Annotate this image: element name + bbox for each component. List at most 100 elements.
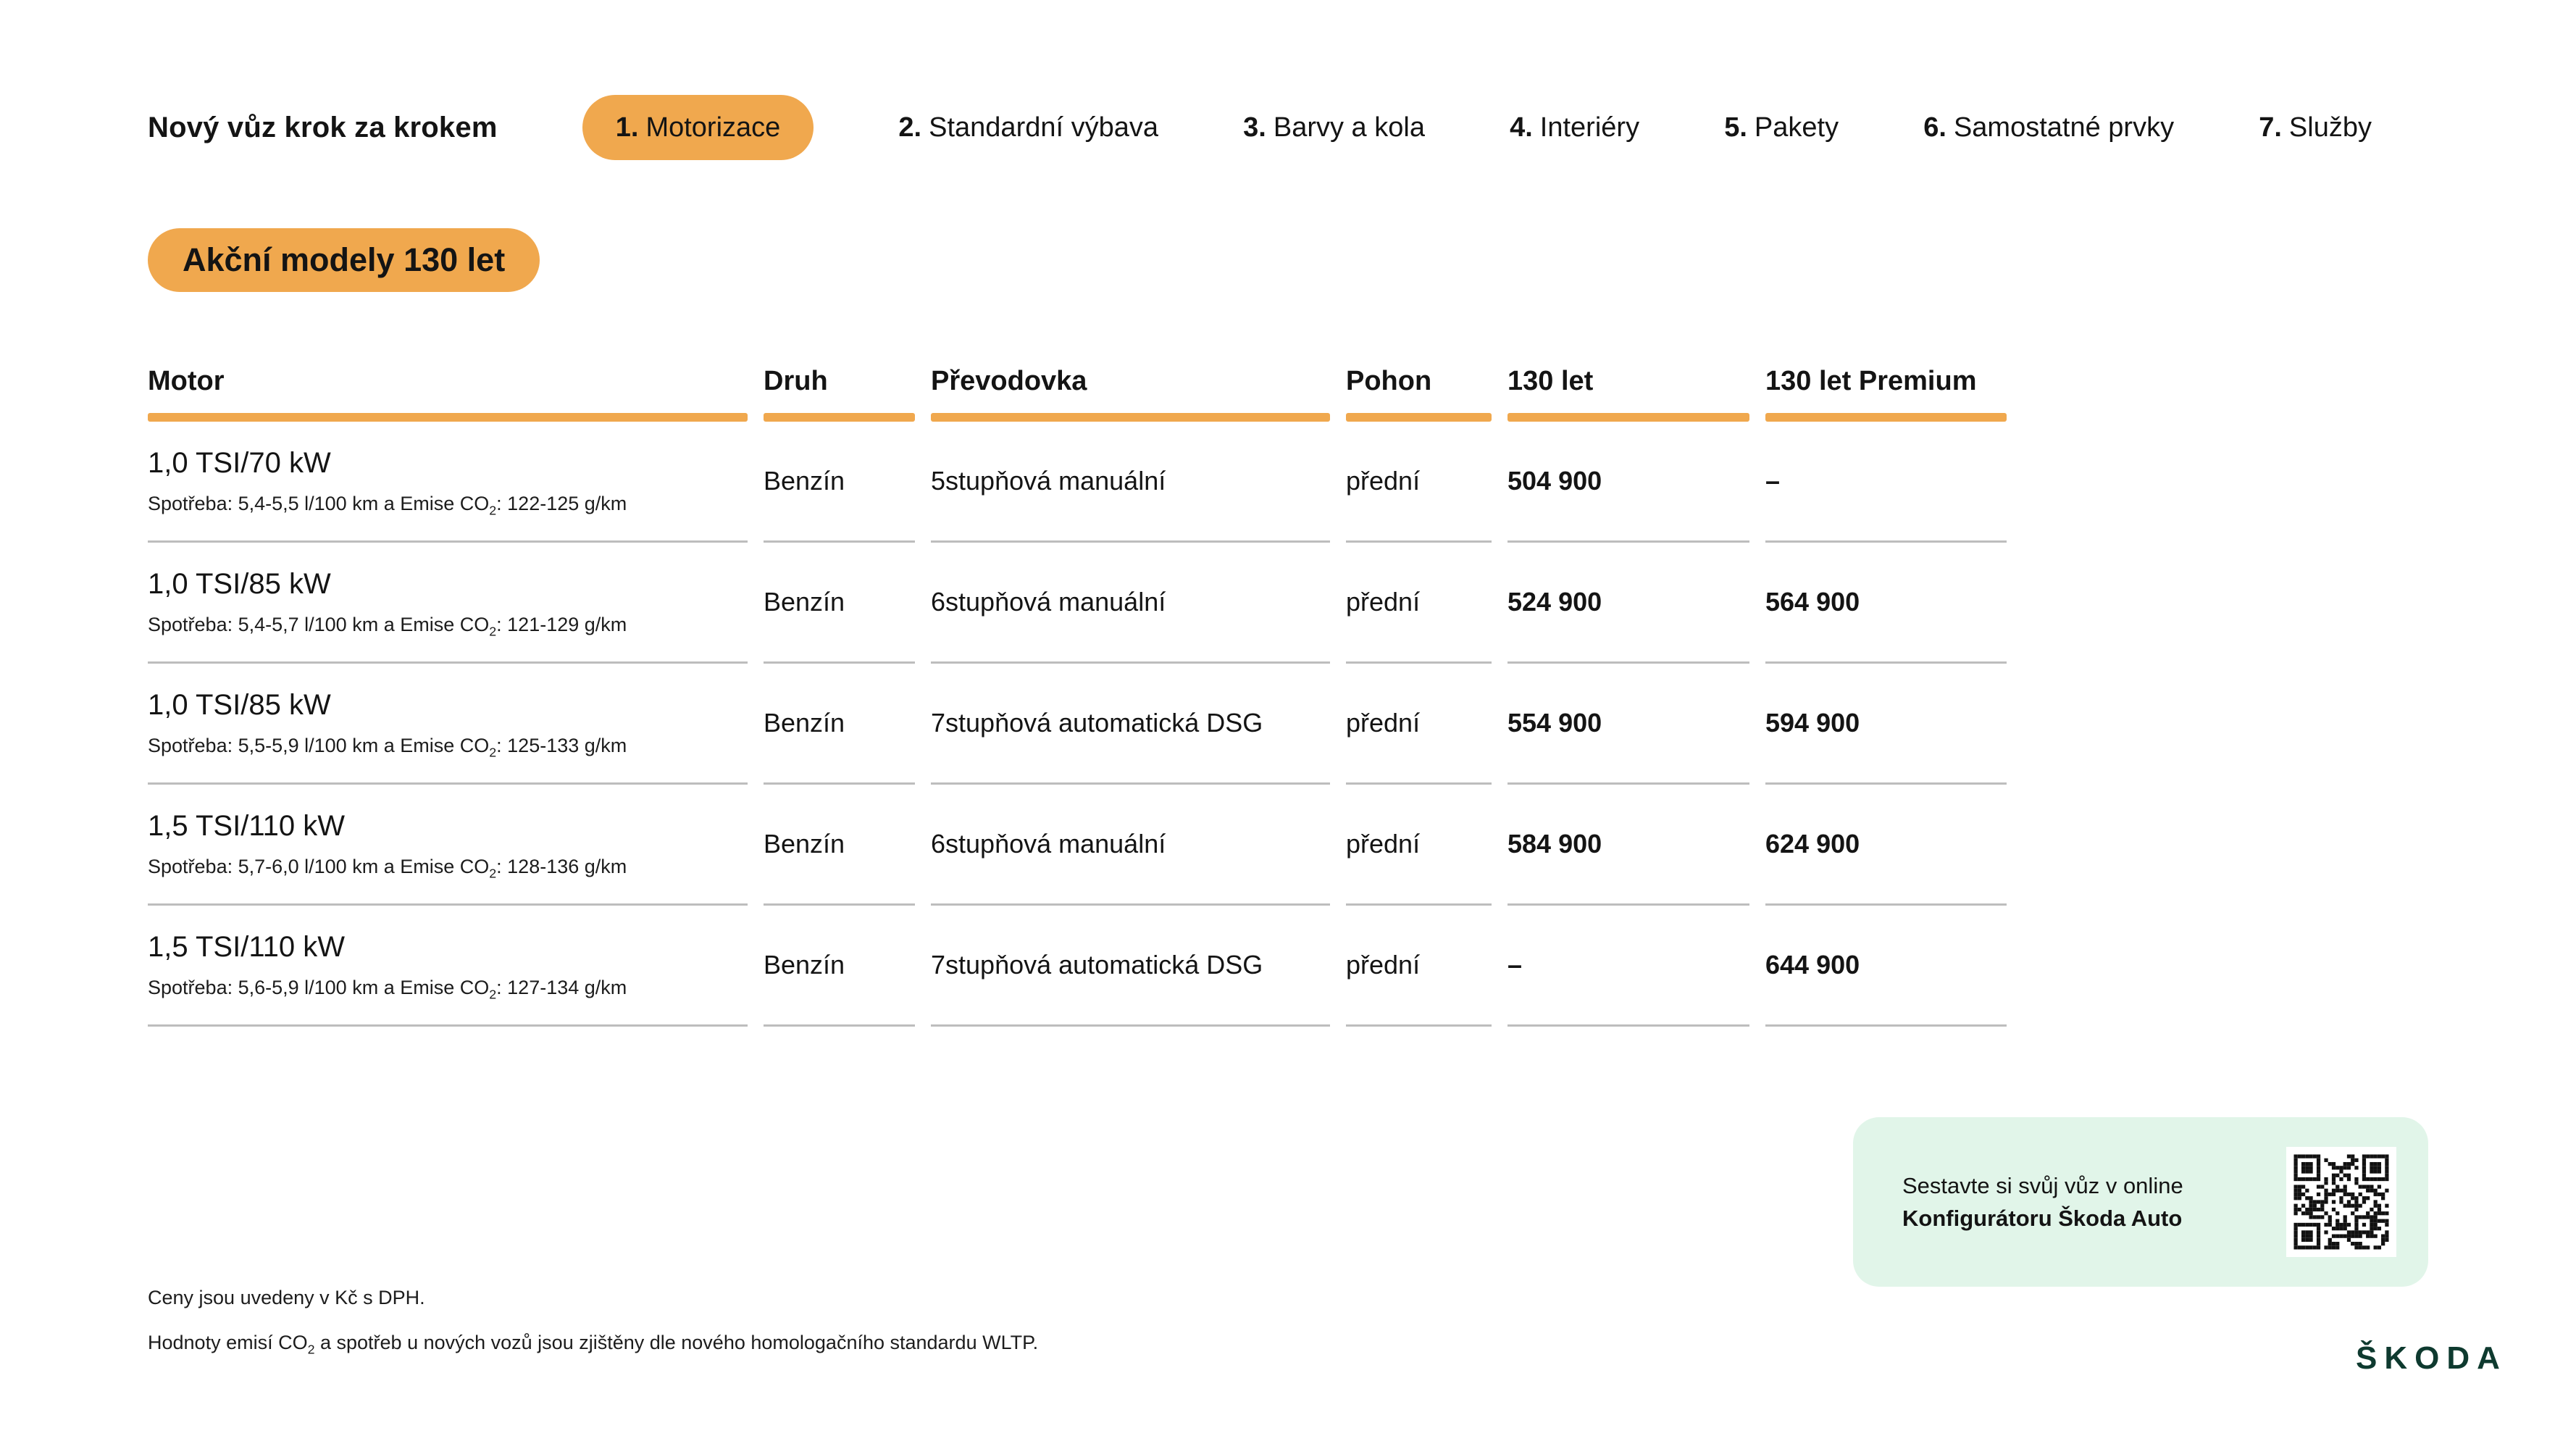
nav-step-pakety[interactable]: 5. Pakety: [1724, 112, 1839, 143]
consumption-text-suffix: : 128-136 g/km: [496, 856, 627, 877]
promo-badge-130let[interactable]: Akční modely 130 let: [148, 228, 540, 292]
column-header-130let-premium: 130 let Premium: [1765, 366, 2007, 422]
price-130let-premium: 624 900: [1765, 785, 2007, 906]
consumption-text: Spotřeba: 5,6-5,9 l/100 km a Emise CO: [148, 977, 489, 998]
column-header-motor: Motor: [148, 366, 748, 422]
footnotes: Ceny jsou uvedeny v Kč s DPH. Hodnoty em…: [148, 1287, 1038, 1354]
price-130let: 504 900: [1507, 422, 1749, 543]
step-label: Motorizace: [645, 112, 780, 143]
co2-subscript: 2: [489, 866, 496, 880]
drivetrain: přední: [1346, 785, 1492, 906]
nav-step-sluzby[interactable]: 7. Služby: [2259, 112, 2372, 143]
engine-cell: 1,5 TSI/110 kW Spotřeba: 5,7-6,0 l/100 k…: [148, 785, 748, 906]
price-130let: –: [1507, 906, 1749, 1027]
engine-name: 1,5 TSI/110 kW: [148, 810, 345, 843]
drivetrain: přední: [1346, 906, 1492, 1027]
co2-subscript: 2: [489, 624, 496, 638]
drivetrain: přední: [1346, 664, 1492, 785]
engine-name: 1,0 TSI/85 kW: [148, 689, 331, 722]
step-label: Interiéry: [1540, 112, 1639, 143]
wltp-note-text: Hodnoty emisí CO: [148, 1332, 308, 1353]
transmission: 7stupňová automatická DSG: [931, 664, 1330, 785]
fuel-type: Benzín: [764, 906, 915, 1027]
step-number: 3.: [1243, 112, 1266, 143]
table-header: Motor Druh Převodovka Pohon 130 let 130 …: [148, 366, 2007, 422]
table-row: 1,0 TSI/70 kW Spotřeba: 5,4-5,5 l/100 km…: [148, 422, 2007, 543]
step-label: Pakety: [1755, 112, 1839, 143]
step-label: Služby: [2289, 112, 2372, 143]
qr-code-icon: [2286, 1147, 2396, 1257]
nav-step-interiery[interactable]: 4. Interiéry: [1510, 112, 1639, 143]
step-label: Barvy a kola: [1274, 112, 1425, 143]
table-row: 1,0 TSI/85 kW Spotřeba: 5,4-5,7 l/100 km…: [148, 543, 2007, 664]
nav-step-standardni-vybava[interactable]: 2. Standardní výbava: [898, 112, 1158, 143]
engine-name: 1,5 TSI/110 kW: [148, 931, 345, 964]
consumption-text-suffix: : 125-133 g/km: [496, 735, 627, 756]
price-130let-premium: 594 900: [1765, 664, 2007, 785]
consumption-emissions-note: Spotřeba: 5,4-5,7 l/100 km a Emise CO2: …: [148, 614, 627, 636]
step-number: 4.: [1510, 112, 1533, 143]
step-navigation: Nový vůz krok za krokem 1. Motorizace 2.…: [148, 94, 2372, 161]
transmission: 6stupňová manuální: [931, 785, 1330, 906]
column-header-druh: Druh: [764, 366, 915, 422]
step-number: 1.: [616, 112, 639, 143]
co2-subscript: 2: [489, 745, 496, 759]
drivetrain: přední: [1346, 543, 1492, 664]
consumption-text: Spotřeba: 5,4-5,5 l/100 km a Emise CO: [148, 493, 489, 514]
table-row: 1,5 TSI/110 kW Spotřeba: 5,6-5,9 l/100 k…: [148, 906, 2007, 1027]
wltp-note-text-suffix: a spotřeb u nových vozů jsou zjištěny dl…: [315, 1332, 1039, 1353]
page-title: Nový vůz krok za krokem: [148, 112, 498, 144]
nav-step-samostatne-prvky[interactable]: 6. Samostatné prvky: [1923, 112, 2174, 143]
vat-note: Ceny jsou uvedeny v Kč s DPH.: [148, 1287, 1038, 1309]
column-header-pohon: Pohon: [1346, 366, 1492, 422]
transmission: 5stupňová manuální: [931, 422, 1330, 543]
consumption-text-suffix: : 127-134 g/km: [496, 977, 627, 998]
price-130let-premium: 644 900: [1765, 906, 2007, 1027]
table-row: 1,0 TSI/85 kW Spotřeba: 5,5-5,9 l/100 km…: [148, 664, 2007, 785]
price-130let: 584 900: [1507, 785, 1749, 906]
step-number: 5.: [1724, 112, 1747, 143]
co2-subscript: 2: [308, 1342, 315, 1356]
skoda-logo: ŠKODA: [2356, 1340, 2507, 1377]
consumption-emissions-note: Spotřeba: 5,7-6,0 l/100 km a Emise CO2: …: [148, 856, 627, 878]
drivetrain: přední: [1346, 422, 1492, 543]
step-number: 2.: [898, 112, 921, 143]
consumption-text: Spotřeba: 5,7-6,0 l/100 km a Emise CO: [148, 856, 489, 877]
consumption-text: Spotřeba: 5,5-5,9 l/100 km a Emise CO: [148, 735, 489, 756]
step-label: Standardní výbava: [929, 112, 1158, 143]
price-130let: 554 900: [1507, 664, 1749, 785]
engine-cell: 1,0 TSI/70 kW Spotřeba: 5,4-5,5 l/100 km…: [148, 422, 748, 543]
nav-step-barvy-a-kola[interactable]: 3. Barvy a kola: [1243, 112, 1425, 143]
step-number: 6.: [1923, 112, 1946, 143]
nav-step-motorizace[interactable]: 1. Motorizace: [582, 95, 814, 160]
consumption-text-suffix: : 122-125 g/km: [496, 493, 627, 514]
co2-subscript: 2: [489, 503, 496, 517]
step-number: 7.: [2259, 112, 2282, 143]
promo-line-2: Konfigurátoru Škoda Auto: [1902, 1202, 2183, 1235]
fuel-type: Benzín: [764, 422, 915, 543]
fuel-type: Benzín: [764, 543, 915, 664]
price-table: Motor Druh Převodovka Pohon 130 let 130 …: [148, 366, 2007, 1027]
engine-name: 1,0 TSI/70 kW: [148, 447, 331, 480]
transmission: 7stupňová automatická DSG: [931, 906, 1330, 1027]
step-label: Samostatné prvky: [1954, 112, 2174, 143]
transmission: 6stupňová manuální: [931, 543, 1330, 664]
price-130let-premium: 564 900: [1765, 543, 2007, 664]
table-row: 1,5 TSI/110 kW Spotřeba: 5,7-6,0 l/100 k…: [148, 785, 2007, 906]
fuel-type: Benzín: [764, 664, 915, 785]
price-130let-premium: –: [1765, 422, 2007, 543]
configurator-promo-panel: Sestavte si svůj vůz v online Konfigurát…: [1853, 1117, 2428, 1287]
engine-cell: 1,0 TSI/85 kW Spotřeba: 5,4-5,7 l/100 km…: [148, 543, 748, 664]
column-header-prevodovka: Převodovka: [931, 366, 1330, 422]
promo-line-1: Sestavte si svůj vůz v online: [1902, 1169, 2183, 1202]
engine-name: 1,0 TSI/85 kW: [148, 568, 331, 601]
wltp-note: Hodnoty emisí CO2 a spotřeb u nových voz…: [148, 1332, 1038, 1354]
consumption-emissions-note: Spotřeba: 5,4-5,5 l/100 km a Emise CO2: …: [148, 493, 627, 515]
configurator-promo-text: Sestavte si svůj vůz v online Konfigurát…: [1902, 1169, 2183, 1235]
engine-cell: 1,5 TSI/110 kW Spotřeba: 5,6-5,9 l/100 k…: [148, 906, 748, 1027]
price-130let: 524 900: [1507, 543, 1749, 664]
consumption-emissions-note: Spotřeba: 5,5-5,9 l/100 km a Emise CO2: …: [148, 735, 627, 757]
fuel-type: Benzín: [764, 785, 915, 906]
column-header-130let: 130 let: [1507, 366, 1749, 422]
consumption-emissions-note: Spotřeba: 5,6-5,9 l/100 km a Emise CO2: …: [148, 977, 627, 999]
